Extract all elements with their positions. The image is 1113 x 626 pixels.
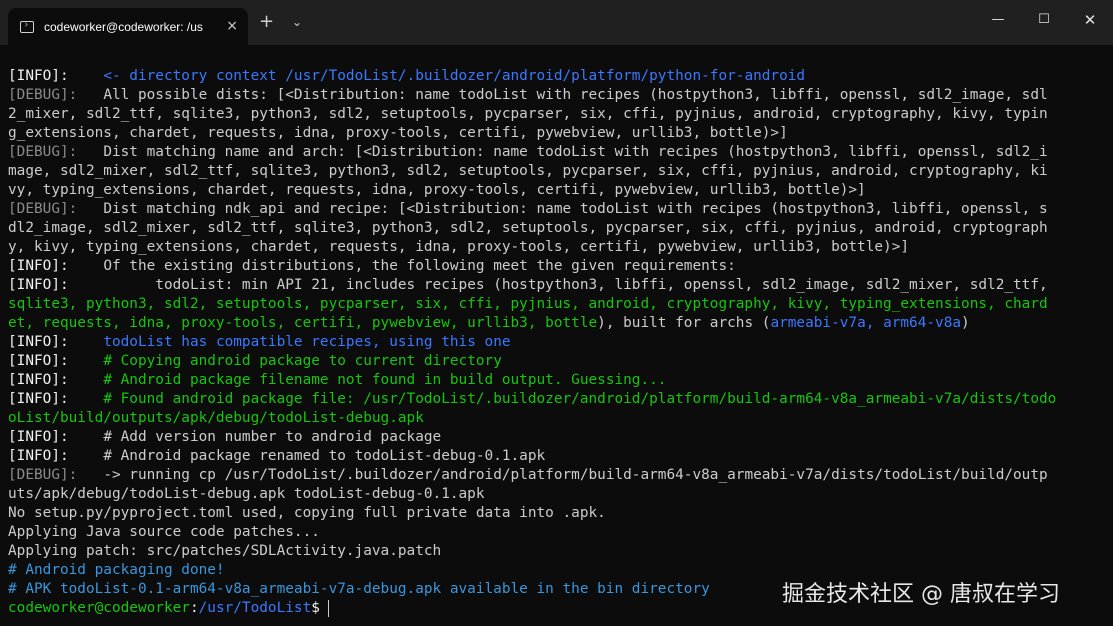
prompt-path: /usr/TodoList: [198, 600, 312, 616]
terminal-line: [INFO]: todoList: min API 21, includes r…: [8, 277, 1048, 293]
terminal-line: 2_mixer, sdl2_ttf, sqlite3, python3, sdl…: [8, 106, 1048, 122]
terminal-line: [DEBUG]: Dist matching ndk_api and recip…: [8, 201, 1048, 217]
terminal-line: sqlite3, python3, sdl2, setuptools, pycp…: [8, 296, 1048, 312]
close-button[interactable]: ✕: [1080, 10, 1100, 30]
terminal-line: No setup.py/pyproject.toml used, copying…: [8, 505, 606, 521]
terminal-line: [INFO]: # Android package renamed to tod…: [8, 448, 546, 464]
terminal-line: uts/apk/debug/todoList-debug.apk todoLis…: [8, 486, 485, 502]
terminal-line: et, requests, idna, proxy-tools, certifi…: [8, 315, 970, 331]
prompt-symbol: $: [311, 600, 320, 616]
terminal-line: [INFO]: # Android package filename not f…: [8, 372, 667, 388]
terminal-line: y, kivy, typing_extensions, chardet, req…: [8, 239, 910, 255]
terminal-icon: [20, 20, 34, 33]
terminal-line: [INFO]: Of the existing distributions, t…: [8, 258, 736, 274]
terminal-line: dl2_image, sdl2_mixer, sdl2_ttf, sqlite3…: [8, 220, 1048, 236]
prompt-sep: :: [189, 600, 199, 616]
terminal-output[interactable]: [INFO]: <- directory context /usr/TodoLi…: [8, 67, 1104, 618]
tab-dropdown-button[interactable]: ⌄: [292, 14, 302, 30]
terminal-line: [INFO]: # Copying android package to cur…: [8, 353, 502, 369]
maximize-button[interactable]: ☐: [1034, 10, 1054, 30]
terminal-line: oList/build/outputs/apk/debug/todoList-d…: [8, 410, 424, 426]
prompt-user: codeworker@codeworker: [8, 600, 190, 616]
terminal-line: vy, typing_extensions, chardet, requests…: [8, 182, 866, 198]
terminal-line: Applying patch: src/patches/SDLActivity.…: [8, 543, 442, 559]
terminal-line: [INFO]: # Found android package file: /u…: [8, 391, 1057, 407]
terminal-line: [DEBUG]: Dist matching name and arch: [<…: [8, 144, 1048, 160]
terminal-line: [DEBUG]: All possible dists: [<Distribut…: [8, 87, 1048, 103]
terminal-tab[interactable]: codeworker@codeworker: /us ×: [8, 8, 248, 45]
title-bar: codeworker@codeworker: /us × + ⌄ — ☐ ✕: [0, 0, 1113, 45]
minimize-button[interactable]: —: [988, 10, 1008, 30]
terminal-line: [INFO]: # Add version number to android …: [8, 429, 442, 445]
terminal-line: mage, sdl2_mixer, sdl2_ttf, sqlite3, pyt…: [8, 163, 1048, 179]
terminal-line: Applying Java source code patches...: [8, 524, 320, 540]
terminal-line: g_extensions, chardet, requests, idna, p…: [8, 125, 788, 141]
terminal-line: [DEBUG]: -> running cp /usr/TodoList/.bu…: [8, 467, 1048, 483]
text-cursor: [327, 599, 329, 617]
terminal-line: [INFO]: <- directory context /usr/TodoLi…: [8, 68, 806, 84]
new-tab-button[interactable]: +: [259, 12, 274, 32]
watermark: 掘金技术社区 @ 唐叔在学习: [782, 582, 1060, 607]
terminal-line: [INFO]: todoList has compatible recipes,…: [8, 334, 511, 350]
tab-close-icon[interactable]: ×: [226, 17, 238, 35]
tab-title: codeworker@codeworker: /us: [44, 19, 203, 34]
